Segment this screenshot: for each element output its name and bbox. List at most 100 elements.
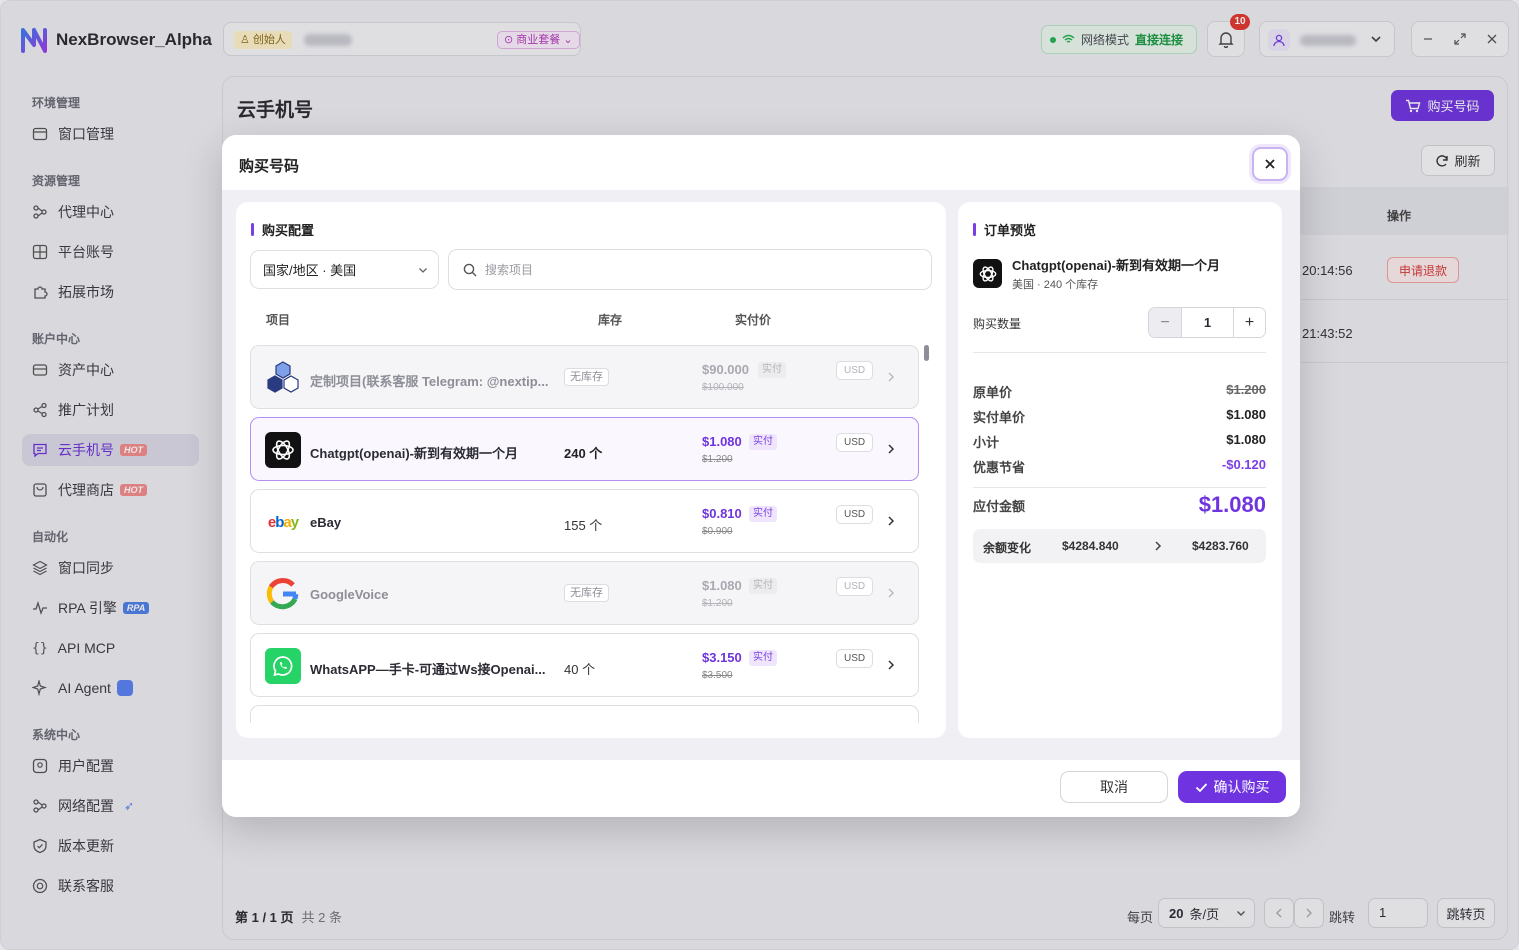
purchase-config-panel: 购买配置 国家/地区 · 美国 项目 库存 实付价 定制项目(联系客服 Tele… bbox=[236, 202, 946, 738]
product-stock: 40 个 bbox=[564, 662, 596, 677]
cancel-button[interactable]: 取消 bbox=[1060, 771, 1168, 803]
balance-after: $4283.760 bbox=[1192, 539, 1249, 553]
original-price: $100.000 bbox=[702, 382, 744, 393]
balance-change: 余额变化 $4284.840 $4283.760 bbox=[973, 529, 1266, 563]
column-header-item: 项目 bbox=[266, 313, 291, 327]
product-name: Chatgpt(openai)-新到有效期一个月 bbox=[310, 446, 518, 461]
project-search bbox=[448, 249, 932, 290]
paid-tag: 实付 bbox=[758, 362, 786, 378]
chevron-right-icon bbox=[887, 659, 895, 671]
country-select[interactable]: 国家/地区 · 美国 bbox=[250, 250, 439, 289]
chevron-right-icon bbox=[1154, 540, 1162, 552]
accent-bar bbox=[973, 223, 976, 236]
order-product-name: Chatgpt(openai)-新到有效期一个月 bbox=[1012, 258, 1220, 273]
product-card-selected[interactable]: Chatgpt(openai)-新到有效期一个月 240 个 $1.080 实付… bbox=[250, 417, 919, 481]
original-unit-row: 原单价 $1.200 bbox=[973, 382, 1266, 401]
buy-number-dialog: 购买号码 购买配置 国家/地区 · 美国 项目 库存 实付价 定制项目(联系客服… bbox=[222, 135, 1300, 817]
product-card[interactable]: 定制项目(联系客服 Telegram: @nextip... 无库存 $90.0… bbox=[250, 345, 919, 409]
amount-due-value: $1.080 bbox=[1198, 492, 1266, 517]
product-card[interactable]: WhatsAPP—手卡-可通过Ws接Openai... 40 个 $3.150 … bbox=[250, 633, 919, 697]
quantity-increase-button[interactable]: + bbox=[1233, 308, 1265, 337]
no-stock-badge: 无库存 bbox=[564, 368, 609, 386]
subtotal-value: $1.080 bbox=[1226, 432, 1266, 447]
product-card[interactable]: ebay eBay 155 个 $0.810 实付 $0.900 USD bbox=[250, 489, 919, 553]
amount-due-label: 应付金额 bbox=[973, 498, 1026, 514]
order-product-sub: 美国 · 240 个库存 bbox=[1012, 279, 1099, 291]
amount-due-row: 应付金额 $1.080 bbox=[973, 492, 1266, 518]
dialog-title: 购买号码 bbox=[239, 158, 300, 175]
product-name: 定制项目(联系客服 Telegram: @nextip... bbox=[310, 374, 549, 389]
confirm-purchase-label: 确认购买 bbox=[1213, 779, 1270, 795]
quantity-decrease-button[interactable]: − bbox=[1149, 308, 1181, 337]
panel-title: 购买配置 bbox=[251, 220, 314, 239]
ebay-logo-icon: ebay bbox=[267, 513, 299, 531]
paid-tag: 实付 bbox=[749, 578, 777, 594]
column-header-price: 实付价 bbox=[735, 313, 772, 327]
paid-unit-label: 实付单价 bbox=[973, 410, 1026, 425]
quantity-label: 购买数量 bbox=[973, 317, 1022, 331]
paid-tag: 实付 bbox=[749, 434, 777, 450]
original-price: $1.200 bbox=[702, 454, 733, 465]
scrollbar-thumb[interactable] bbox=[924, 345, 929, 361]
discount-value: -$0.120 bbox=[1221, 457, 1266, 472]
country-select-value: 国家/地区 · 美国 bbox=[263, 263, 357, 278]
paid-unit-value: $1.080 bbox=[1226, 407, 1266, 422]
panel-title-text: 购买配置 bbox=[262, 223, 315, 238]
original-unit-value: $1.200 bbox=[1226, 382, 1266, 397]
search-icon bbox=[463, 263, 477, 277]
dialog-header: 购买号码 bbox=[222, 135, 1300, 190]
whatsapp-logo-icon bbox=[265, 648, 301, 684]
balance-label: 余额变化 bbox=[983, 541, 1032, 555]
confirm-purchase-button[interactable]: 确认购买 bbox=[1178, 771, 1286, 803]
check-icon bbox=[1195, 782, 1208, 793]
dialog-close-button[interactable] bbox=[1252, 147, 1288, 181]
product-price: $90.000 bbox=[702, 362, 749, 377]
openai-logo-icon bbox=[973, 259, 1002, 288]
list-scrollbar[interactable] bbox=[924, 345, 929, 723]
currency-badge: USD bbox=[836, 433, 874, 452]
paid-unit-row: 实付单价 $1.080 bbox=[973, 407, 1266, 426]
product-stock: 155 个 bbox=[564, 518, 603, 533]
original-unit-label: 原单价 bbox=[973, 385, 1013, 400]
original-price: $0.900 bbox=[702, 526, 733, 537]
product-name: GoogleVoice bbox=[310, 587, 389, 602]
divider bbox=[973, 352, 1266, 353]
column-header-stock: 库存 bbox=[598, 313, 623, 327]
currency-badge: USD bbox=[836, 505, 874, 524]
quantity-value[interactable]: 1 bbox=[1181, 308, 1233, 337]
balance-before: $4284.840 bbox=[1062, 539, 1119, 553]
product-price: $0.810 bbox=[702, 506, 742, 521]
paid-tag: 实付 bbox=[749, 506, 777, 522]
product-price: $1.080 bbox=[702, 578, 742, 593]
product-stock: 240 个 bbox=[564, 446, 603, 461]
google-logo-icon bbox=[265, 576, 301, 612]
currency-badge: USD bbox=[836, 577, 874, 596]
product-card[interactable] bbox=[250, 705, 919, 723]
chevron-right-icon bbox=[887, 443, 895, 455]
accent-bar bbox=[251, 223, 254, 236]
original-price: $3.500 bbox=[702, 670, 733, 681]
no-stock-badge: 无库存 bbox=[564, 584, 609, 602]
chevron-right-icon bbox=[887, 587, 895, 599]
discount-row: 优惠节省 -$0.120 bbox=[973, 457, 1266, 476]
original-price: $1.200 bbox=[702, 598, 733, 609]
chevron-right-icon bbox=[887, 371, 895, 383]
product-name: eBay bbox=[310, 515, 342, 530]
product-price: $3.150 bbox=[702, 650, 742, 665]
discount-label: 优惠节省 bbox=[973, 460, 1026, 475]
paid-tag: 实付 bbox=[749, 650, 777, 666]
chevron-down-icon bbox=[418, 265, 428, 275]
hexagon-logo-icon bbox=[265, 360, 301, 396]
product-list: 定制项目(联系客服 Telegram: @nextip... 无库存 $90.0… bbox=[250, 345, 920, 723]
quantity-stepper: − 1 + bbox=[1148, 307, 1266, 338]
product-price: $1.080 bbox=[702, 434, 742, 449]
panel-title-text: 订单预览 bbox=[984, 223, 1037, 238]
product-card[interactable]: GoogleVoice 无库存 $1.080 实付 $1.200 USD bbox=[250, 561, 919, 625]
search-input[interactable] bbox=[485, 262, 885, 277]
currency-badge: USD bbox=[836, 361, 874, 380]
dialog-footer: 取消 确认购买 bbox=[222, 760, 1300, 817]
order-preview-panel: 订单预览 Chatgpt(openai)-新到有效期一个月 美国 · 240 个… bbox=[958, 202, 1282, 738]
close-icon bbox=[1264, 158, 1276, 170]
product-name: WhatsAPP—手卡-可通过Ws接Openai... bbox=[310, 662, 546, 677]
panel-title: 订单预览 bbox=[973, 220, 1036, 239]
